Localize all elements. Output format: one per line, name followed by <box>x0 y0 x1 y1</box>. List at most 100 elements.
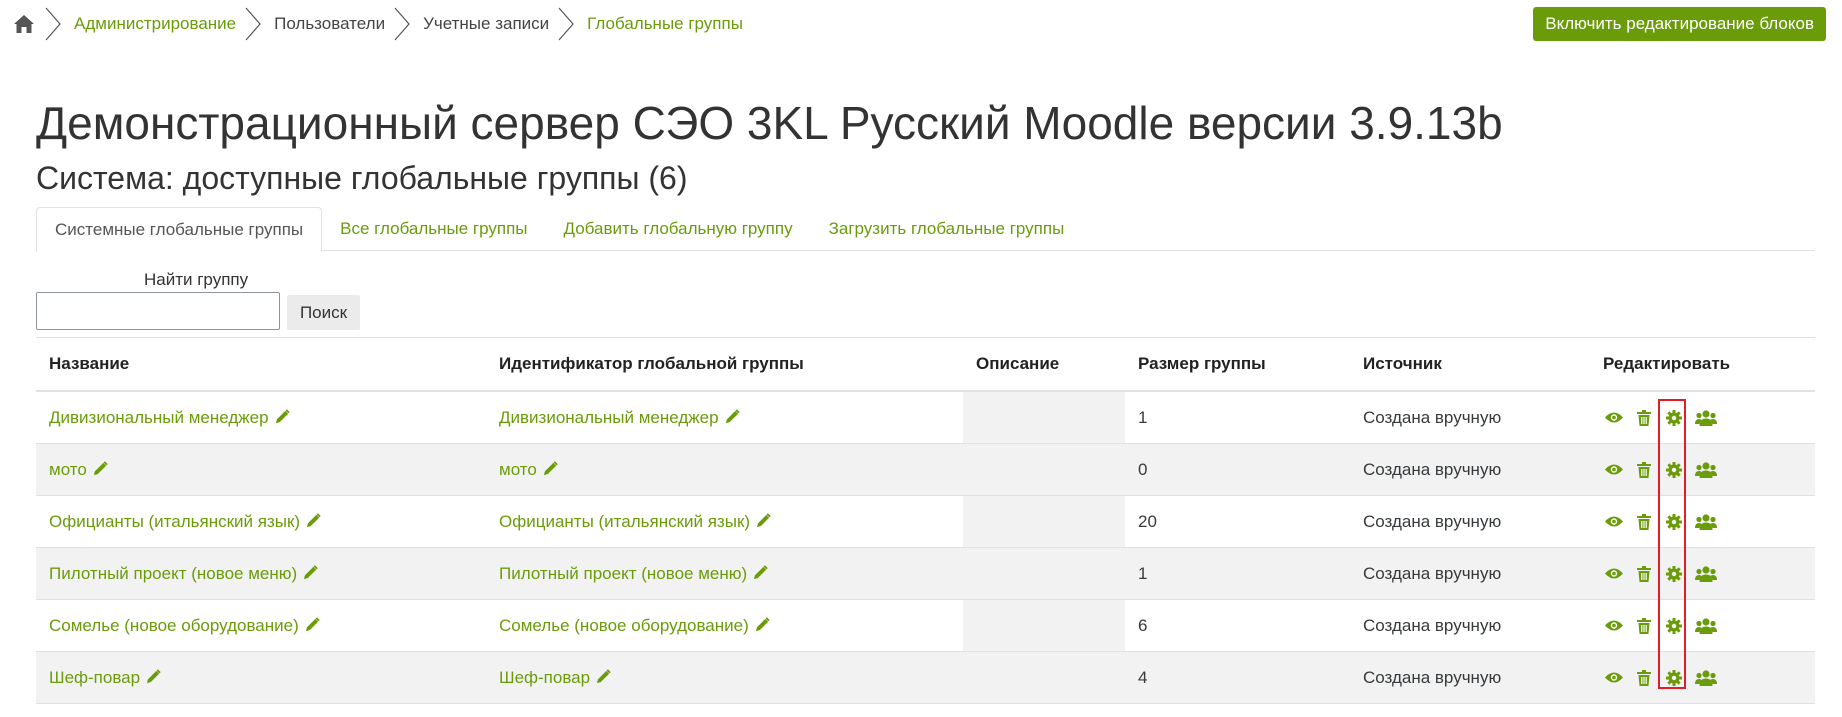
pencil-icon[interactable] <box>305 616 320 632</box>
cell-size: 1 <box>1125 391 1350 444</box>
tab-all-global-groups[interactable]: Все глобальные группы <box>322 207 545 249</box>
breadcrumb-item-administration[interactable]: Администрирование <box>74 14 236 34</box>
eye-icon[interactable] <box>1603 459 1625 481</box>
eye-icon[interactable] <box>1603 615 1625 637</box>
table-row: Дивизиональный менеджер Дивизиональный м… <box>36 391 1815 444</box>
cell-name: Сомелье (новое оборудование) <box>36 599 486 652</box>
column-header-size: Размер группы <box>1125 337 1350 392</box>
eye-icon[interactable] <box>1603 511 1625 533</box>
cell-name: Шеф-повар <box>36 651 486 704</box>
trash-icon[interactable] <box>1633 563 1655 585</box>
gear-icon[interactable] <box>1663 615 1685 637</box>
cell-source: Создана вручную <box>1350 443 1590 496</box>
pencil-icon[interactable] <box>306 512 321 528</box>
group-idnumber-link[interactable]: Сомелье (новое оборудование) <box>499 616 749 635</box>
group-name-link[interactable]: мото <box>49 460 87 479</box>
pencil-icon[interactable] <box>596 668 611 684</box>
breadcrumb-item-users: Пользователи <box>274 14 386 33</box>
group-name-link[interactable]: Дивизиональный менеджер <box>49 408 269 427</box>
group-name-link[interactable]: Пилотный проект (новое меню) <box>49 564 297 583</box>
cell-name: Пилотный проект (новое меню) <box>36 547 486 600</box>
table-row: Сомелье (новое оборудование) Сомелье (но… <box>36 599 1815 652</box>
group-idnumber-link[interactable]: Официанты (итальянский язык) <box>499 512 750 531</box>
users-icon[interactable] <box>1693 667 1719 689</box>
trash-icon[interactable] <box>1633 459 1655 481</box>
gear-icon[interactable] <box>1663 563 1685 585</box>
search-input[interactable] <box>36 292 280 330</box>
gear-icon[interactable] <box>1663 511 1685 533</box>
trash-icon[interactable] <box>1633 615 1655 637</box>
users-icon[interactable] <box>1693 407 1719 429</box>
users-icon[interactable] <box>1693 511 1719 533</box>
cell-size: 6 <box>1125 599 1350 652</box>
pencil-icon[interactable] <box>725 408 740 424</box>
group-idnumber-link[interactable]: Дивизиональный менеджер <box>499 408 719 427</box>
cell-name: мото <box>36 443 486 496</box>
group-name-link[interactable]: Официанты (итальянский язык) <box>49 512 300 531</box>
tab-add-global-group[interactable]: Добавить глобальную группу <box>546 207 811 249</box>
gear-icon[interactable] <box>1663 667 1685 689</box>
column-header-source: Источник <box>1350 337 1590 392</box>
page-subtitle: Система: доступные глобальные группы (6) <box>36 160 688 196</box>
group-idnumber-link[interactable]: Пилотный проект (новое меню) <box>499 564 747 583</box>
users-icon[interactable] <box>1693 615 1719 637</box>
cell-actions <box>1590 599 1815 652</box>
pencil-icon[interactable] <box>146 668 161 684</box>
cell-description <box>963 443 1125 496</box>
trash-icon[interactable] <box>1633 511 1655 533</box>
pencil-icon[interactable] <box>753 564 768 580</box>
cell-description <box>963 547 1125 600</box>
users-icon[interactable] <box>1693 563 1719 585</box>
pencil-icon[interactable] <box>93 460 108 476</box>
edit-blocks-button[interactable]: Включить редактирование блоков <box>1533 7 1826 41</box>
search-button[interactable]: Поиск <box>287 295 360 330</box>
group-idnumber-link[interactable]: мото <box>499 460 537 479</box>
global-groups-table: Название Идентификатор глобальной группы… <box>36 337 1815 704</box>
tab-upload-global-groups[interactable]: Загрузить глобальные группы <box>811 207 1083 249</box>
chevron-right-icon <box>45 7 61 41</box>
cell-description <box>963 651 1125 704</box>
eye-icon[interactable] <box>1603 563 1625 585</box>
table-header-row: Название Идентификатор глобальной группы… <box>36 337 1815 392</box>
table-row: Пилотный проект (новое меню) Пилотный пр… <box>36 547 1815 600</box>
gear-icon[interactable] <box>1663 459 1685 481</box>
cell-source: Создана вручную <box>1350 599 1590 652</box>
users-icon[interactable] <box>1693 459 1719 481</box>
trash-icon[interactable] <box>1633 667 1655 689</box>
cell-actions <box>1590 651 1815 704</box>
cell-actions <box>1590 443 1815 496</box>
trash-icon[interactable] <box>1633 407 1655 429</box>
cell-idnumber: Официанты (итальянский язык) <box>486 495 963 548</box>
pencil-icon[interactable] <box>543 460 558 476</box>
cell-name: Официанты (итальянский язык) <box>36 495 486 548</box>
cell-idnumber: мото <box>486 443 963 496</box>
chevron-right-icon <box>394 7 410 41</box>
group-name-link[interactable]: Шеф-повар <box>49 668 140 687</box>
cell-description <box>963 495 1125 548</box>
page-title: Демонстрационный сервер СЭО 3KL Русский … <box>36 97 1503 149</box>
group-name-link[interactable]: Сомелье (новое оборудование) <box>49 616 299 635</box>
group-idnumber-link[interactable]: Шеф-повар <box>499 668 590 687</box>
gear-icon[interactable] <box>1663 407 1685 429</box>
home-icon[interactable] <box>12 12 36 36</box>
cell-size: 20 <box>1125 495 1350 548</box>
cell-size: 1 <box>1125 547 1350 600</box>
pencil-icon[interactable] <box>755 616 770 632</box>
eye-icon[interactable] <box>1603 667 1625 689</box>
eye-icon[interactable] <box>1603 407 1625 429</box>
pencil-icon[interactable] <box>756 512 771 528</box>
cell-idnumber: Шеф-повар <box>486 651 963 704</box>
table-body: Дивизиональный менеджер Дивизиональный м… <box>36 391 1815 704</box>
table-row: мото мото 0 Создана вручную <box>36 443 1815 496</box>
breadcrumb-item-global-groups[interactable]: Глобальные группы <box>587 14 743 34</box>
cell-description <box>963 391 1125 444</box>
cell-size: 0 <box>1125 443 1350 496</box>
breadcrumb-item-accounts: Учетные записи <box>423 14 550 33</box>
pencil-icon[interactable] <box>303 564 318 580</box>
cell-actions <box>1590 391 1815 444</box>
column-header-name: Название <box>36 337 486 392</box>
cell-description <box>963 599 1125 652</box>
tab-system-global-groups[interactable]: Системные глобальные группы <box>36 207 323 252</box>
column-header-edit: Редактировать <box>1590 337 1815 392</box>
pencil-icon[interactable] <box>275 408 290 424</box>
